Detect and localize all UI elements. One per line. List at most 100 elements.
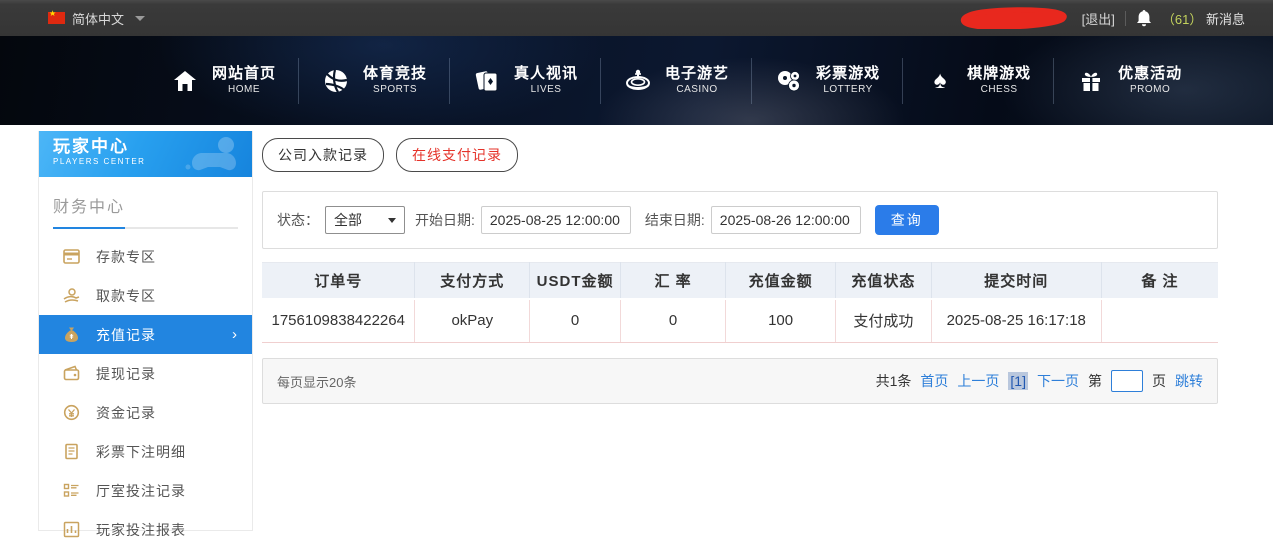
chevron-right-icon: › [232,326,238,343]
sidebar-item-withdrawal-records[interactable]: 提现记录 [39,354,252,393]
nav-label-zh: 网站首页 [212,65,276,84]
sidebar-item-label: 充值记录 [96,325,156,345]
col-recharge-amount: 充值金额 [726,263,836,299]
sidebar-item-label: 彩票下注明细 [96,442,186,462]
moneybag-icon [63,326,80,343]
sidebar-item-deposit[interactable]: 存款专区 [39,237,252,276]
col-order-number: 订单号 [262,263,415,299]
sidebar-item-player-bet-report[interactable]: 玩家投注报表 [39,510,252,549]
jump-link[interactable]: 跳转 [1175,371,1203,391]
messages[interactable]: （61） 新消息 [1162,9,1245,28]
nav-label-zh: 体育竞技 [363,65,427,84]
sidebar-item-label: 厅室投注记录 [96,481,186,501]
nav-label-zh: 优惠活动 [1118,65,1182,84]
query-button[interactable]: 查询 [875,205,939,235]
col-recharge-status: 充值状态 [836,263,932,299]
bell-icon[interactable] [1136,9,1152,27]
finance-section: 财务中心 [39,177,252,229]
nav-label-en: SPORTS [373,84,417,97]
sidebar-item-label: 取款专区 [96,286,156,306]
sidebar-item-withdraw[interactable]: 取款专区 [39,276,252,315]
withdraw-hand-icon [63,287,80,304]
cell-recharge-amount: 100 [726,299,836,343]
sidebar-item-recharge-records[interactable]: 充值记录 › [39,315,252,354]
message-count: （61） [1162,12,1202,27]
top-bar: ★ 简体中文 [退出] （61） 新消息 [0,0,1273,36]
page-jump-input[interactable] [1111,370,1143,392]
start-date-input[interactable] [481,206,631,234]
gift-icon [1076,66,1106,96]
end-date-input[interactable] [711,206,861,234]
col-exchange-rate: 汇 率 [620,263,725,299]
divider [1125,11,1126,26]
report-icon [63,521,80,538]
main-content: 公司入款记录 在线支付记录 状态： 全部 开始日期: 结束日期: 查询 订单号 … [262,138,1218,404]
total-count-text: 共1条 [876,371,912,391]
cell-payment-method: okPay [415,299,530,343]
nav-label-en: PROMO [1130,84,1170,97]
spade-icon: ♠ [925,66,955,96]
language-selector[interactable]: ★ 简体中文 [48,9,145,28]
cell-usdt-amount: 0 [530,299,621,343]
sidebar: 玩家中心 PLAYERS CENTER 财务中心 存款专区 取款专区 [38,131,253,531]
deposit-card-icon [63,248,80,265]
col-remark: 备 注 [1101,263,1218,299]
nav-label-en: CHESS [981,84,1018,97]
col-usdt-amount: USDT金额 [530,263,621,299]
jump-suffix-label: 页 [1152,371,1166,391]
sidebar-item-lottery-bet-details[interactable]: 彩票下注明细 [39,432,252,471]
cell-exchange-rate: 0 [620,299,725,343]
sidebar-item-room-bet-records[interactable]: 厅室投注记录 [39,471,252,510]
nav-label-zh: 棋牌游戏 [967,65,1031,84]
message-label: 新消息 [1206,12,1245,27]
players-center-header[interactable]: 玩家中心 PLAYERS CENTER [39,131,252,177]
nav-item-chess[interactable]: ♠ 棋牌游戏CHESS [903,65,1053,96]
gamepad-icon [182,135,244,177]
sidebar-item-label: 资金记录 [96,403,156,423]
nav-item-lives[interactable]: 真人视讯LIVES [450,65,600,96]
tab-company-deposit-records[interactable]: 公司入款记录 [262,138,384,172]
lottery-balls-icon [774,66,804,96]
cell-recharge-status: 支付成功 [836,299,932,343]
roulette-icon [623,66,653,96]
sidebar-menu: 存款专区 取款专区 充值记录 › 提现记录 资金记录 [39,237,252,549]
end-date-label: 结束日期: [645,210,705,230]
sidebar-item-label: 存款专区 [96,247,156,267]
nav-item-casino[interactable]: 电子游艺CASINO [601,65,751,96]
record-tabs: 公司入款记录 在线支付记录 [262,138,1218,172]
sidebar-item-label: 玩家投注报表 [96,520,186,540]
nav-item-lottery[interactable]: 彩票游戏LOTTERY [752,65,902,96]
list-icon [63,482,80,499]
nav-label-en: HOME [228,84,260,97]
logout-link[interactable]: [退出] [1082,9,1115,28]
recharge-records-table: 订单号 支付方式 USDT金额 汇 率 充值金额 充值状态 提交时间 备 注 1… [262,262,1218,343]
nav-label-en: LIVES [531,84,562,97]
nav-label-zh: 彩票游戏 [816,65,880,84]
tab-online-payment-records[interactable]: 在线支付记录 [396,138,518,172]
cell-remark [1101,299,1218,343]
main-nav: 网站首页HOME 体育竞技SPORTS 真人视讯LIVES [148,58,1204,104]
col-submit-time: 提交时间 [931,263,1101,299]
finance-section-title: 财务中心 [53,193,238,227]
section-underline [53,227,238,229]
nav-item-promo[interactable]: 优惠活动PROMO [1054,65,1204,96]
filter-bar: 状态： 全部 开始日期: 结束日期: 查询 [262,191,1218,249]
china-flag-icon: ★ [48,12,65,24]
next-page-link[interactable]: 下一页 [1037,371,1079,391]
sidebar-item-label: 提现记录 [96,364,156,384]
sidebar-item-funds-records[interactable]: 资金记录 [39,393,252,432]
chevron-down-icon [135,16,145,21]
page-size-text: 每页显示20条 [277,372,356,391]
table-header-row: 订单号 支付方式 USDT金额 汇 率 充值金额 充值状态 提交时间 备 注 [262,263,1218,299]
nav-item-sports[interactable]: 体育竞技SPORTS [299,65,449,96]
jump-prefix-label: 第 [1088,371,1102,391]
first-page-link[interactable]: 首页 [920,371,948,391]
ball-icon [321,66,351,96]
main-nav-banner: 网站首页HOME 体育竞技SPORTS 真人视讯LIVES [0,36,1273,125]
prev-page-link[interactable]: 上一页 [957,371,999,391]
nav-item-home[interactable]: 网站首页HOME [148,65,298,96]
cards-icon [472,66,502,96]
coins-icon [63,404,80,421]
status-select[interactable]: 全部 [325,206,405,234]
start-date-label: 开始日期: [415,210,475,230]
